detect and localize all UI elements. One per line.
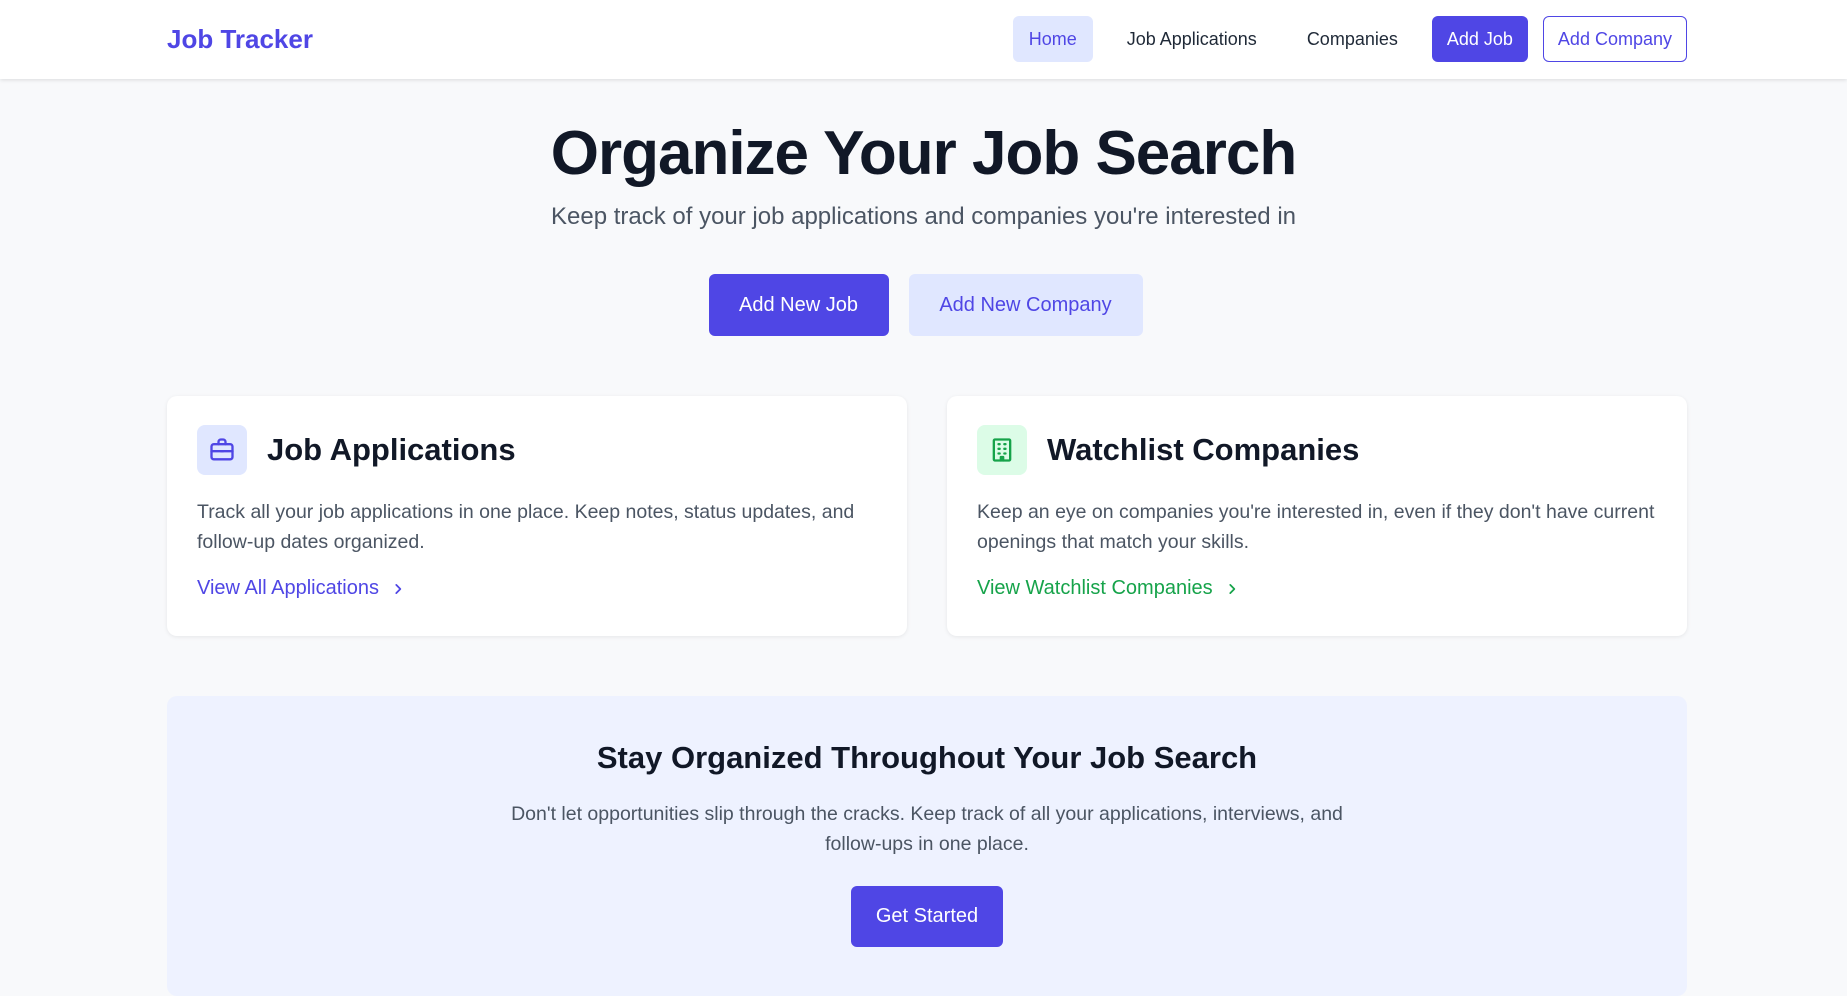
nav-home-link[interactable]: Home [1012,16,1093,62]
briefcase-icon [197,425,247,475]
nav-add-job-button[interactable]: Add Job [1431,16,1528,62]
view-watchlist-companies-label: View Watchlist Companies [977,577,1213,599]
watchlist-companies-title: Watchlist Companies [1047,432,1360,467]
cta-title: Stay Organized Throughout Your Job Searc… [596,740,1258,775]
cta-text: Don't let opportunities slip through the… [511,803,1343,855]
view-all-applications-label: View All Applications [197,577,379,599]
top-navbar: Job Tracker Home Job Applications Compan… [0,0,1847,79]
building-icon [977,425,1027,475]
watchlist-companies-card: Watchlist Companies Keep an eye on compa… [947,396,1687,636]
add-new-job-button[interactable]: Add New Job [708,274,889,336]
nav-add-company-button[interactable]: Add Company [1542,16,1687,62]
hero-subtitle: Keep track of your job applications and … [550,203,1297,230]
chevron-right-icon [391,582,405,596]
watchlist-companies-description: Keep an eye on companies you're interest… [977,501,1655,553]
view-watchlist-companies-link[interactable]: View Watchlist Companies [977,577,1239,600]
job-applications-title: Job Applications [267,432,516,467]
nav-job-applications-link[interactable]: Job Applications [1111,16,1273,62]
add-new-company-button[interactable]: Add New Company [908,274,1143,336]
hero-actions: Add New Job Add New Company [0,274,1847,336]
job-applications-card: Job Applications Track all your job appl… [167,396,907,636]
chevron-right-icon [1225,582,1239,596]
brand-logo-link[interactable]: Job Tracker [167,24,313,55]
main-nav: Home Job Applications Companies Add Job … [1012,16,1687,62]
cta-section: Stay Organized Throughout Your Job Searc… [167,696,1687,996]
hero-title: Organize Your Job Search [550,119,1298,188]
get-started-button[interactable]: Get Started [851,886,1003,947]
job-applications-description: Track all your job applications in one p… [197,501,855,553]
view-all-applications-link[interactable]: View All Applications [197,577,405,600]
nav-companies-link[interactable]: Companies [1291,16,1414,62]
